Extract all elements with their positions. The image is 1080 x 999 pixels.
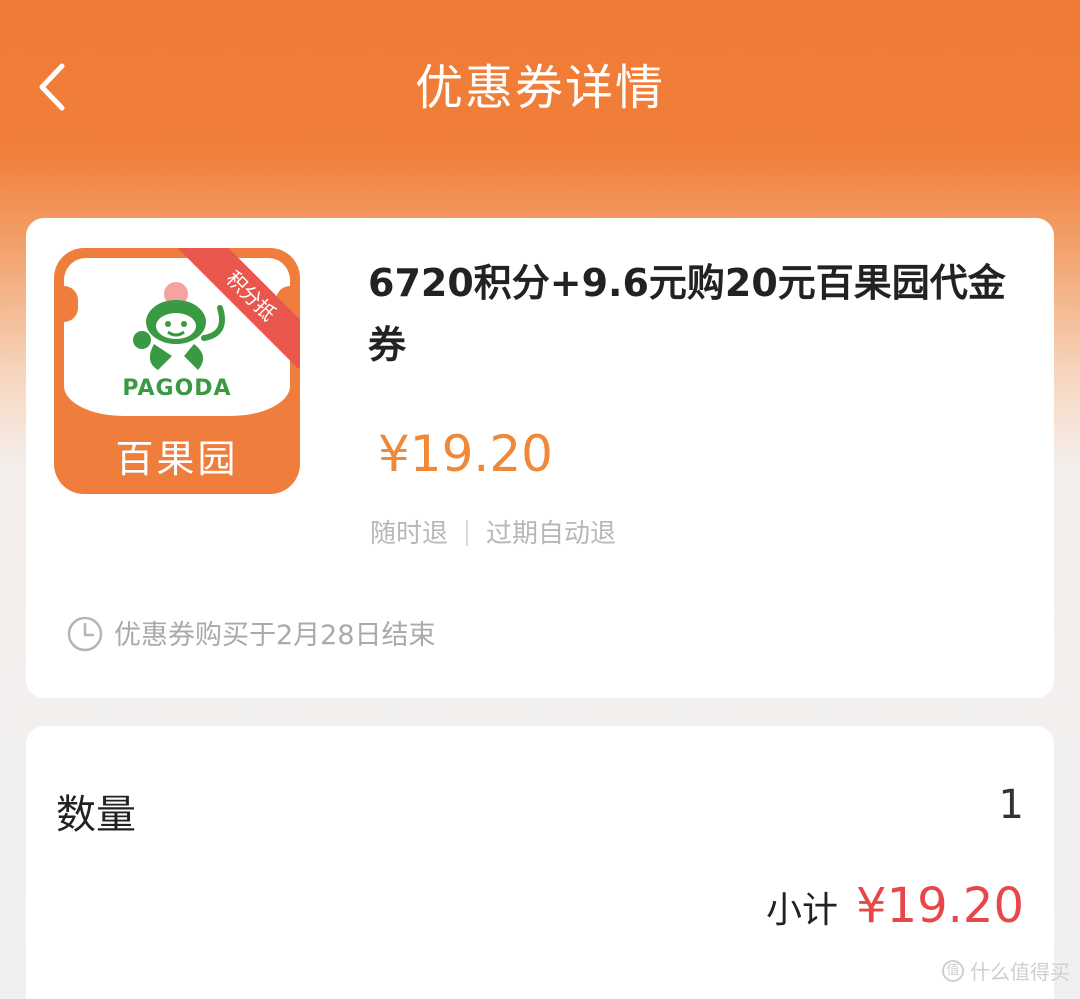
quantity-label: 数量 [56,792,136,838]
brand-name-cn: 百果园 [115,437,239,481]
quantity-value[interactable]: 1 [999,782,1024,828]
tag-divider [466,520,469,546]
coupon-price: ¥19.20 [378,425,553,483]
header-bar: 优惠券详情 [0,0,1080,180]
clock-icon [67,616,103,652]
purchase-deadline: 优惠券购买于2月28日结束 [66,614,436,658]
refund-tag: 随时退 [370,519,449,549]
brand-name-en: PAGODA [122,376,232,401]
page-title: 优惠券详情 [414,60,665,116]
refund-tag: 过期自动退 [486,519,617,549]
subtotal-row: 小计 ¥19.20 [766,878,1024,948]
coupon-title: 6720积分+9.6元购20元百果园代金券 [368,261,1006,367]
merchant-logo: 积分抵 PAGODA 百果园 [54,248,300,494]
watermark: 值 什么值得买 [942,956,1070,985]
deadline-text: 优惠券购买于2月28日结束 [114,620,436,651]
monkey-mascot-icon [133,282,225,370]
subtotal-label: 小计 [766,890,839,931]
watermark-text: 什么值得买 [970,960,1070,984]
refund-tags: 随时退 过期自动退 [370,514,616,554]
coupon-card: 积分抵 PAGODA 百果园 6720积分+9.6元购20元百果园代金券 ¥19… [26,218,1054,698]
order-summary-card: 数量 1 小计 ¥19.20 [26,726,1054,999]
subtotal-amount: ¥19.20 [856,878,1024,934]
watermark-logo-icon: 值 [942,959,964,982]
